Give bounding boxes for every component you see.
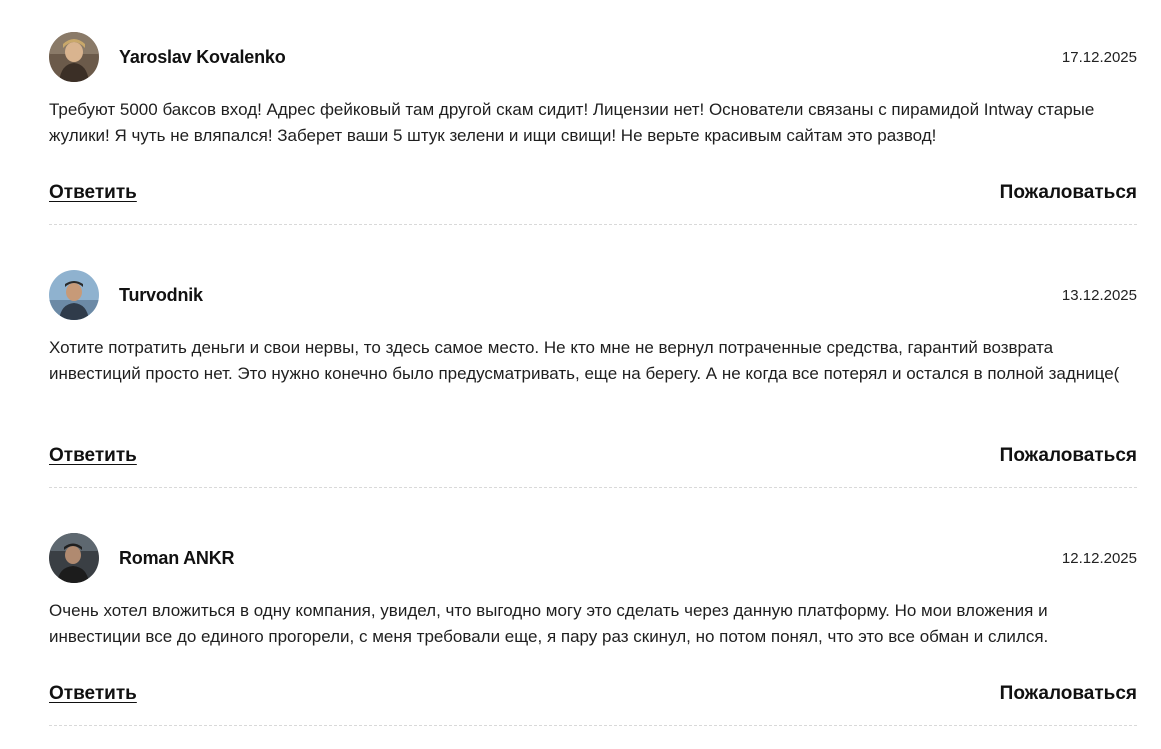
comment-header: Yaroslav Kovalenko 17.12.2025 — [49, 32, 1137, 82]
report-link[interactable]: Пожаловаться — [1000, 181, 1137, 205]
avatar[interactable] — [49, 32, 99, 82]
comment-text: Требуют 5000 баксов вход! Адрес фейковый… — [49, 100, 1095, 145]
comment-header: Turvodnik 13.12.2025 — [49, 270, 1137, 320]
comment-author[interactable]: Yaroslav Kovalenko — [119, 46, 286, 68]
avatar-photo-icon — [49, 270, 99, 320]
comment-item: Yaroslav Kovalenko 17.12.2025 Требуют 50… — [49, 32, 1137, 225]
comment-author[interactable]: Roman ANKR — [119, 547, 235, 569]
comment-divider — [49, 725, 1137, 726]
avatar-photo-icon — [49, 32, 99, 82]
comment-item: Turvodnik 13.12.2025 Хотите потратить де… — [49, 270, 1137, 488]
comment-actions: Ответить Пожаловаться — [49, 444, 1137, 470]
comment-divider — [49, 487, 1137, 488]
comment-actions: Ответить Пожаловаться — [49, 682, 1137, 708]
reply-link[interactable]: Ответить — [49, 682, 137, 706]
comment-header: Roman ANKR 12.12.2025 — [49, 533, 1137, 583]
comment-date: 17.12.2025 — [1061, 49, 1137, 66]
comment-actions: Ответить Пожаловаться — [49, 181, 1137, 207]
avatar[interactable] — [49, 270, 99, 320]
comment-item: Roman ANKR 12.12.2025 Очень хотел вложит… — [49, 533, 1137, 726]
reply-link[interactable]: Ответить — [49, 444, 137, 468]
comment-text: Очень хотел вложиться в одну компания, у… — [49, 601, 1049, 646]
comments-list: Yaroslav Kovalenko 17.12.2025 Требуют 50… — [0, 0, 1161, 749]
avatar[interactable] — [49, 533, 99, 583]
report-link[interactable]: Пожаловаться — [1000, 444, 1137, 468]
comment-author[interactable]: Turvodnik — [119, 284, 203, 306]
comment-divider — [49, 224, 1137, 225]
comment-date: 12.12.2025 — [1061, 550, 1137, 567]
avatar-photo-icon — [49, 533, 99, 583]
comment-text: Хотите потратить деньги и свои нервы, то… — [49, 338, 1120, 383]
report-link[interactable]: Пожаловаться — [1000, 682, 1137, 706]
comment-date: 13.12.2025 — [1061, 287, 1137, 304]
reply-link[interactable]: Ответить — [49, 181, 137, 205]
